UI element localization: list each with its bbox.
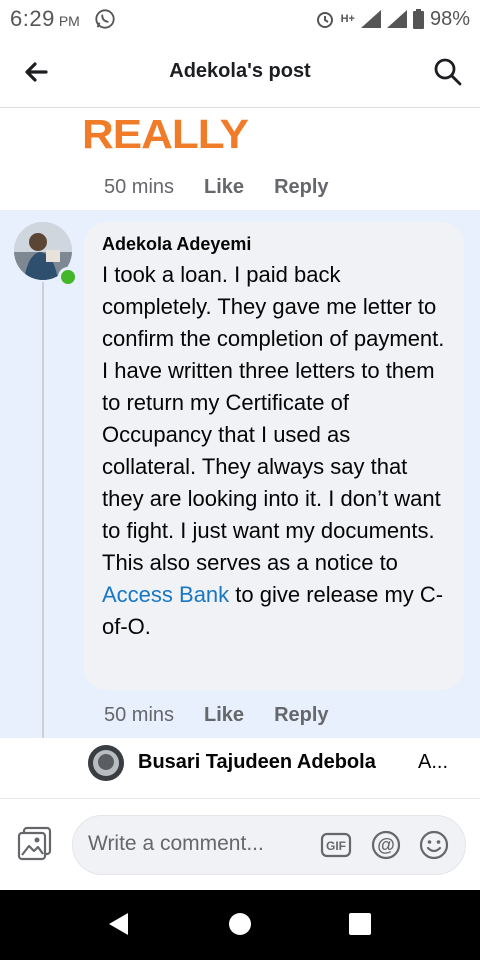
comment-author[interactable]: Adekola Adeyemi <box>102 234 446 255</box>
status-icons: H+ 98% <box>315 8 470 31</box>
nav-recents-icon[interactable] <box>349 913 371 935</box>
previous-reply-actions: 50 mins Like Reply <box>104 176 329 199</box>
whatsapp-icon <box>95 9 115 29</box>
page-title: Adekola's post <box>169 60 311 82</box>
comment-time: 50 mins <box>104 176 175 198</box>
comment-actions: 50 mins Like Reply <box>104 704 329 727</box>
photo-icon[interactable] <box>16 825 54 863</box>
header: Adekola's post <box>0 38 480 108</box>
thread-line <box>42 282 44 768</box>
comment-placeholder[interactable]: Write a comment... <box>88 832 264 856</box>
status-ampm: PM <box>58 13 80 29</box>
gif-icon[interactable]: GIF <box>320 830 352 860</box>
comment-bubble[interactable]: Adekola Adeyemi I took a loan. I paid ba… <box>84 222 464 690</box>
battery-icon <box>412 9 424 29</box>
emoji-icon[interactable] <box>418 829 450 861</box>
like-button[interactable]: Like <box>204 176 244 199</box>
really-sticker: REALLY <box>82 112 249 158</box>
alarm-icon <box>316 12 333 28</box>
reply-button[interactable]: Reply <box>274 176 328 199</box>
comment-time: 50 mins <box>104 704 175 726</box>
nav-home-icon[interactable] <box>229 913 251 935</box>
network-type: H+ <box>340 13 355 25</box>
reply-avatar[interactable] <box>88 745 124 781</box>
comment-text-body: I took a loan. I paid back completely. T… <box>102 262 445 575</box>
reply-button[interactable]: Reply <box>274 704 328 727</box>
like-button[interactable]: Like <box>204 704 244 727</box>
svg-text:GIF: GIF <box>326 839 346 853</box>
reply-avatar-image <box>88 745 124 781</box>
signal-icon <box>360 10 381 28</box>
signal-icon-2 <box>386 10 407 28</box>
reply-snippet: A... <box>418 751 449 773</box>
status-bar: 6:29 PM H+ 98% <box>0 0 480 38</box>
svg-text:@: @ <box>377 835 395 855</box>
reply-author[interactable]: Busari Tajudeen Adebola <box>138 751 376 774</box>
nav-back-icon[interactable] <box>106 911 132 937</box>
battery-level: 98% <box>429 7 470 30</box>
mention-icon[interactable]: @ <box>370 829 402 861</box>
access-bank-link[interactable]: Access Bank <box>102 582 229 607</box>
search-icon[interactable] <box>432 56 464 88</box>
comment-text: I took a loan. I paid back completely. T… <box>102 259 446 643</box>
status-time: 6:29 <box>10 6 55 31</box>
online-status-dot <box>58 267 78 287</box>
